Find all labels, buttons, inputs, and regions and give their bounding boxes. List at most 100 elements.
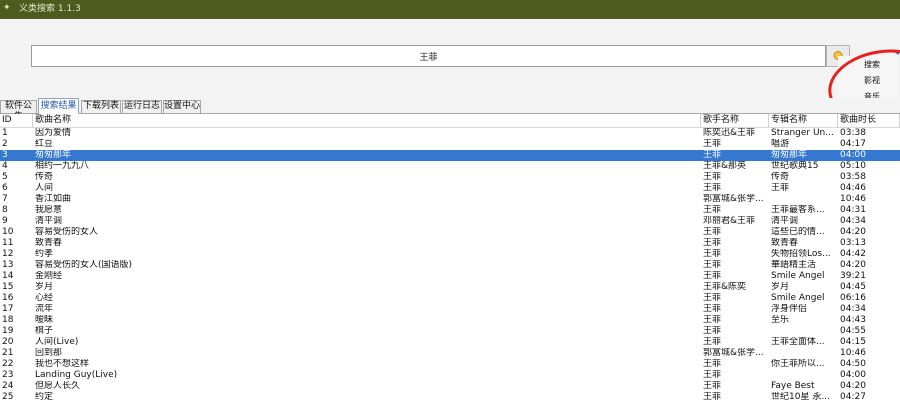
- artist-name: 王菲: [703, 271, 722, 281]
- table-row[interactable]: 25 约定 王菲 世纪10星 永... 04:27: [0, 392, 900, 403]
- table-row[interactable]: 7 香江如曲 郭富城&张学... 10:46: [0, 194, 900, 205]
- artist-name: 王菲: [703, 392, 722, 402]
- table-row[interactable]: 11 致青春 王菲 致青春 03:13: [0, 238, 900, 249]
- album-name: 匆匆那年: [771, 150, 808, 160]
- table-row[interactable]: 13 容易受伤的女人(国语版) 王菲 華語精主活 04:20: [0, 260, 900, 271]
- album-name: 這些已的情...: [771, 227, 825, 237]
- table-row[interactable]: 4 相约一九九八 王菲&那英 世纪歌典15 05:10: [0, 161, 900, 172]
- artist-name: 王菲: [703, 381, 722, 391]
- album-name: [769, 370, 838, 381]
- song-duration: 03:38: [840, 128, 866, 138]
- song-duration: 39:21: [840, 271, 866, 281]
- row-id: 23: [2, 370, 14, 380]
- song-name: 回到那: [35, 348, 63, 358]
- tab-settings[interactable]: 设置中心: [163, 100, 201, 113]
- tab-announcement[interactable]: 软件公告: [0, 100, 37, 122]
- song-name: 容易受伤的女人(国语版): [35, 260, 133, 270]
- artist-name: 王菲: [703, 227, 722, 237]
- row-id: 2: [2, 139, 8, 149]
- table-row[interactable]: 1 因为爱情 陈奕迅&王菲 Stranger Un... 03:38: [0, 128, 900, 139]
- column-header-song[interactable]: 歌曲名称: [33, 114, 701, 127]
- table-row[interactable]: 6 人间 王菲 王菲 04:46: [0, 183, 900, 194]
- song-duration: 04:00: [840, 370, 866, 380]
- song-duration: 04:31: [840, 205, 866, 215]
- song-duration: 04:55: [840, 326, 866, 336]
- album-name: 王菲全面体...: [771, 337, 825, 347]
- menu-item-video[interactable]: 影视: [864, 76, 880, 86]
- song-duration: 04:50: [840, 359, 866, 369]
- row-id: 9: [2, 216, 8, 226]
- album-name: 唱游: [771, 139, 790, 149]
- song-duration: 04:34: [840, 304, 866, 314]
- artist-name: 王菲: [703, 205, 722, 215]
- table-row[interactable]: 9 清平调 邓丽君&王菲 清平调 04:34: [0, 216, 900, 227]
- artist-name: 王菲: [703, 326, 722, 336]
- table-row[interactable]: 2 红豆 王菲 唱游 04:17: [0, 139, 900, 150]
- song-duration: 04:34: [840, 216, 866, 226]
- table-row[interactable]: 17 流年 王菲 浮身伴侣 04:34: [0, 304, 900, 315]
- album-name: [769, 348, 838, 359]
- row-id: 21: [2, 348, 14, 358]
- table-row[interactable]: 21 回到那 郭富城&张学... 10:46: [0, 348, 900, 359]
- tab-run-log[interactable]: 运行日志: [122, 100, 162, 113]
- table-row[interactable]: 16 心经 王菲 Smile Angel 06:16: [0, 293, 900, 304]
- song-name: 因为爱情: [35, 128, 72, 138]
- artist-name: 郭富城&张学...: [703, 348, 764, 358]
- album-name: 传奇: [771, 172, 790, 182]
- album-name: 至乐: [771, 315, 790, 325]
- table-row[interactable]: 3 匆匆那年 王菲 匆匆那年 04:00: [0, 150, 900, 161]
- song-name: 人间(Live): [35, 337, 79, 347]
- column-header-artist[interactable]: 歌手名称: [701, 114, 769, 127]
- album-name: [769, 194, 838, 205]
- song-name: 相约一九九八: [35, 161, 90, 171]
- column-header-duration[interactable]: 歌曲时长: [838, 114, 900, 127]
- table-row[interactable]: 5 传奇 王菲 传奇 03:58: [0, 172, 900, 183]
- table-row[interactable]: 22 我也不想这样 王菲 你王菲所以... 04:50: [0, 359, 900, 370]
- song-duration: 04:17: [840, 139, 866, 149]
- row-id: 12: [2, 249, 14, 259]
- album-name: 王菲: [771, 183, 790, 193]
- row-id: 14: [2, 271, 14, 281]
- song-name: 容易受伤的女人: [35, 227, 99, 237]
- row-id: 19: [2, 326, 14, 336]
- song-duration: 10:46: [840, 194, 866, 204]
- table-row[interactable]: 18 暧昧 王菲 至乐 04:43: [0, 315, 900, 326]
- table-row[interactable]: 20 人间(Live) 王菲 王菲全面体... 04:15: [0, 337, 900, 348]
- table-row[interactable]: 12 约孝 王菲 失物招领Los... 04:42: [0, 249, 900, 260]
- row-id: 5: [2, 172, 8, 182]
- artist-name: 王菲: [703, 260, 722, 270]
- row-id: 6: [2, 183, 8, 193]
- table-header: ID 歌曲名称 歌手名称 专辑名称 歌曲时长: [0, 114, 900, 128]
- song-name: 匆匆那年: [35, 150, 72, 160]
- column-header-id[interactable]: ID: [0, 114, 33, 127]
- search-input[interactable]: [31, 45, 826, 67]
- table-row[interactable]: 19 棋子 王菲 04:55: [0, 326, 900, 337]
- row-id: 7: [2, 194, 8, 204]
- song-name: 心经: [35, 293, 54, 303]
- song-duration: 03:13: [840, 238, 866, 248]
- song-duration: 04:43: [840, 315, 866, 325]
- tab-download-list[interactable]: 下载列表: [81, 100, 121, 113]
- menu-item-search[interactable]: 搜索: [864, 60, 880, 70]
- song-duration: 10:46: [840, 348, 866, 358]
- song-name: 约孝: [35, 249, 54, 259]
- song-name: 金刚经: [35, 271, 63, 281]
- table-row[interactable]: 8 我愿意 王菲 王菲最客系... 04:31: [0, 205, 900, 216]
- artist-name: 王菲: [703, 238, 722, 248]
- table-row[interactable]: 23 Landing Guy(Live) 王菲 04:00: [0, 370, 900, 381]
- artist-name: 王菲: [703, 315, 722, 325]
- artist-name: 邓丽君&王菲: [703, 216, 756, 226]
- artist-name: 王菲: [703, 370, 722, 380]
- table-row[interactable]: 14 金刚经 王菲 Smile Angel 39:21: [0, 271, 900, 282]
- song-name: 清平调: [35, 216, 63, 226]
- column-header-album[interactable]: 专辑名称: [769, 114, 838, 127]
- album-name: 華語精主活: [771, 260, 817, 270]
- tab-search-results[interactable]: 搜索结果: [38, 98, 79, 114]
- song-name: 我愿意: [35, 205, 63, 215]
- table-row[interactable]: 15 岁月 王菲&陈奕 岁月 04:45: [0, 282, 900, 293]
- album-name: 清平调: [771, 216, 799, 226]
- table-row[interactable]: 10 容易受伤的女人 王菲 這些已的情... 04:20: [0, 227, 900, 238]
- table-row[interactable]: 24 但愿人长久 王菲 Faye Best 04:20: [0, 381, 900, 392]
- song-name: 香江如曲: [35, 194, 72, 204]
- results-table: ID 歌曲名称 歌手名称 专辑名称 歌曲时长 1 因为爱情 陈奕迅&王菲 Strang…: [0, 114, 900, 410]
